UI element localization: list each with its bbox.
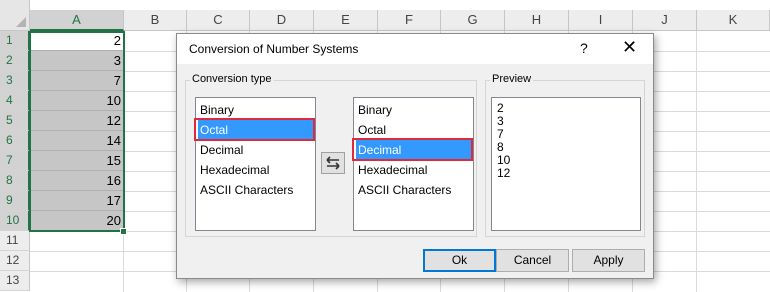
column-header-g[interactable]: G xyxy=(441,10,505,31)
preview-line: 12 xyxy=(497,166,511,180)
fill-handle[interactable] xyxy=(120,228,127,235)
cell-a3[interactable]: 7 xyxy=(30,71,124,91)
dialog-titlebar[interactable]: Conversion of Number Systems ? ✕ xyxy=(177,34,653,64)
row-header-6[interactable]: 6 xyxy=(0,131,30,151)
cell-a8[interactable]: 16 xyxy=(30,171,124,191)
column-header-h[interactable]: H xyxy=(505,10,569,31)
cell-a4[interactable]: 10 xyxy=(30,91,124,111)
to-item-decimal[interactable]: Decimal xyxy=(356,140,471,160)
row-header-7[interactable]: 7 xyxy=(0,151,30,171)
from-item-binary[interactable]: Binary xyxy=(198,100,313,120)
row-header-10[interactable]: 10 xyxy=(0,211,30,231)
apply-button[interactable]: Apply xyxy=(572,249,645,272)
to-item-binary[interactable]: Binary xyxy=(356,100,471,120)
to-item-ascii[interactable]: ASCII Characters xyxy=(356,180,471,200)
from-item-octal[interactable]: Octal xyxy=(198,120,313,140)
swap-arrows-icon xyxy=(326,156,340,170)
preview-box: 2 3 7 8 10 12 xyxy=(491,97,641,231)
row-header-1[interactable]: 1 xyxy=(0,31,30,51)
column-header-i[interactable]: I xyxy=(569,10,633,31)
cell-a7[interactable]: 15 xyxy=(30,151,124,171)
cell-a5[interactable]: 12 xyxy=(30,111,124,131)
column-header-f[interactable]: F xyxy=(378,10,441,31)
ok-button[interactable]: Ok xyxy=(423,249,496,272)
select-all-corner[interactable] xyxy=(0,0,30,31)
cell-a10[interactable]: 20 xyxy=(30,211,124,231)
row-header-4[interactable]: 4 xyxy=(0,91,30,111)
row-header-12[interactable]: 12 xyxy=(0,251,30,271)
row-header-2[interactable]: 2 xyxy=(0,51,30,71)
cell-a2[interactable]: 3 xyxy=(30,51,124,71)
row-header-8[interactable]: 8 xyxy=(0,171,30,191)
conversion-type-label: Conversion type xyxy=(190,73,274,85)
from-type-listbox[interactable]: Binary Octal Decimal Hexadecimal ASCII C… xyxy=(195,97,316,231)
column-header-d[interactable]: D xyxy=(250,10,314,31)
swap-button[interactable] xyxy=(321,152,345,174)
column-header-c[interactable]: C xyxy=(187,10,250,31)
cell-a1[interactable]: 2 xyxy=(30,31,124,51)
dialog-title: Conversion of Number Systems xyxy=(189,42,359,56)
from-item-decimal[interactable]: Decimal xyxy=(198,140,313,160)
row-header-11[interactable]: 11 xyxy=(0,231,30,251)
column-header-b[interactable]: B xyxy=(124,10,187,31)
conversion-dialog: Conversion of Number Systems ? ✕ Convers… xyxy=(176,33,654,279)
cancel-button[interactable]: Cancel xyxy=(496,249,569,272)
close-button[interactable]: ✕ xyxy=(622,37,637,57)
column-header-j[interactable]: J xyxy=(633,10,697,31)
to-type-listbox[interactable]: Binary Octal Decimal Hexadecimal ASCII C… xyxy=(353,97,474,231)
to-item-hexadecimal[interactable]: Hexadecimal xyxy=(356,160,471,180)
from-item-ascii[interactable]: ASCII Characters xyxy=(198,180,313,200)
column-header-k[interactable]: K xyxy=(697,10,770,31)
help-button[interactable]: ? xyxy=(580,40,588,56)
column-header-a[interactable]: A xyxy=(30,10,124,31)
row-header-13[interactable]: 13 xyxy=(0,271,30,291)
column-header-e[interactable]: E xyxy=(314,10,378,31)
cell-a9[interactable]: 17 xyxy=(30,191,124,211)
cell-a6[interactable]: 14 xyxy=(30,131,124,151)
row-header-3[interactable]: 3 xyxy=(0,71,30,91)
to-item-octal[interactable]: Octal xyxy=(356,120,471,140)
from-item-hexadecimal[interactable]: Hexadecimal xyxy=(198,160,313,180)
row-header-5[interactable]: 5 xyxy=(0,111,30,131)
row-header-9[interactable]: 9 xyxy=(0,191,30,211)
preview-label: Preview xyxy=(490,73,534,85)
